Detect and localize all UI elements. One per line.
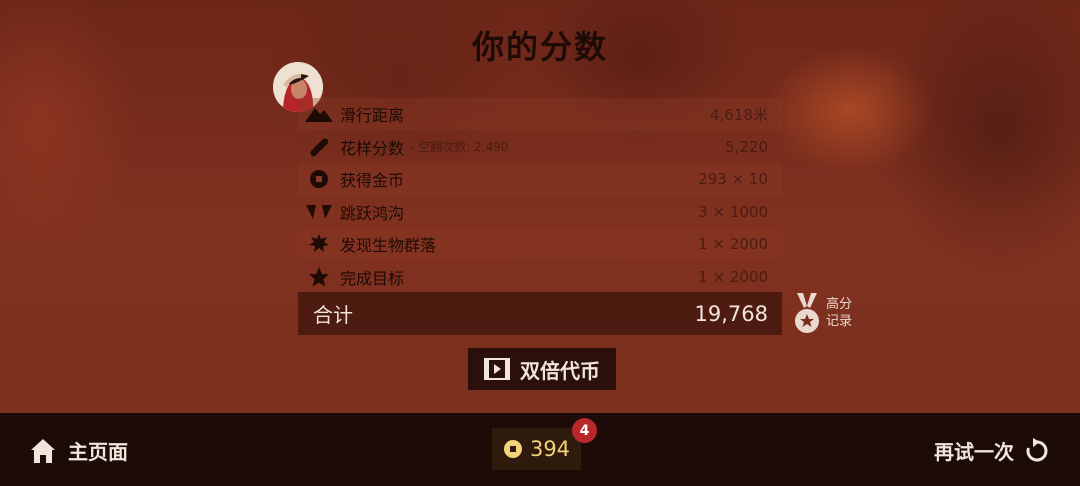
mountain-icon	[298, 105, 340, 123]
coin-icon	[298, 169, 340, 189]
score-row-chasm: 跳跃鸿沟 3 × 1000	[298, 196, 782, 229]
score-row-tricks: 花样分数 - 空翻次数: 2,490 5,220	[298, 131, 782, 164]
record-line1: 高分	[826, 297, 853, 312]
chasm-icon	[298, 204, 340, 220]
coin-counter: 394	[492, 428, 581, 470]
home-button[interactable]: 主页面	[30, 436, 128, 465]
score-row-label: 获得金币	[340, 171, 405, 191]
score-row-value: 4,618米	[710, 105, 768, 124]
notification-badge: 4	[572, 418, 597, 443]
score-row-label: 完成目标	[340, 268, 405, 288]
double-coins-button[interactable]: 双倍代币	[468, 348, 616, 390]
video-play-icon	[484, 358, 510, 380]
total-label: 合计	[313, 303, 353, 327]
retry-label: 再试一次	[934, 440, 1014, 464]
retry-button[interactable]: 再试一次	[934, 436, 1050, 465]
retry-icon	[1026, 437, 1048, 461]
score-row-distance: 滑行距离 4,618米	[298, 98, 782, 131]
leaf-icon	[298, 233, 340, 255]
score-row-label: 跳跃鸿沟	[340, 203, 405, 223]
score-row-coins: 获得金币 293 × 10	[298, 163, 782, 196]
page-title: 你的分数	[471, 28, 608, 66]
coin-count: 394	[529, 437, 571, 461]
high-score-record: 高分 记录	[792, 292, 872, 338]
snowboard-icon	[298, 136, 340, 158]
score-row-goal: 完成目标 1 × 2000	[298, 261, 782, 294]
score-row-value: 3 × 1000	[698, 202, 768, 221]
score-row-value: 1 × 2000	[698, 267, 768, 286]
score-row-label: 花样分数	[340, 138, 405, 158]
double-coins-label: 双倍代币	[520, 358, 600, 383]
total-row: 合计 19,768	[298, 292, 782, 335]
coin-icon	[503, 440, 522, 458]
score-row-label: 发现生物群落	[340, 236, 437, 256]
score-row-value: 293 × 10	[698, 170, 768, 189]
star-icon	[298, 266, 340, 288]
record-line2: 记录	[826, 314, 853, 329]
score-row-value: 1 × 2000	[698, 235, 768, 254]
score-row-sub: - 空翻次数: 2,490	[410, 140, 509, 155]
total-value: 19,768	[694, 301, 768, 326]
score-row-value: 5,220	[725, 137, 768, 156]
score-rows: 滑行距离 4,618米 花样分数 - 空翻次数: 2,490 5,220 获得金…	[298, 98, 782, 293]
score-row-biome: 发现生物群落 1 × 2000	[298, 228, 782, 261]
score-row-label: 滑行距离	[340, 106, 405, 126]
home-icon	[31, 438, 55, 463]
home-label: 主页面	[68, 440, 128, 464]
medal-icon	[795, 293, 819, 333]
